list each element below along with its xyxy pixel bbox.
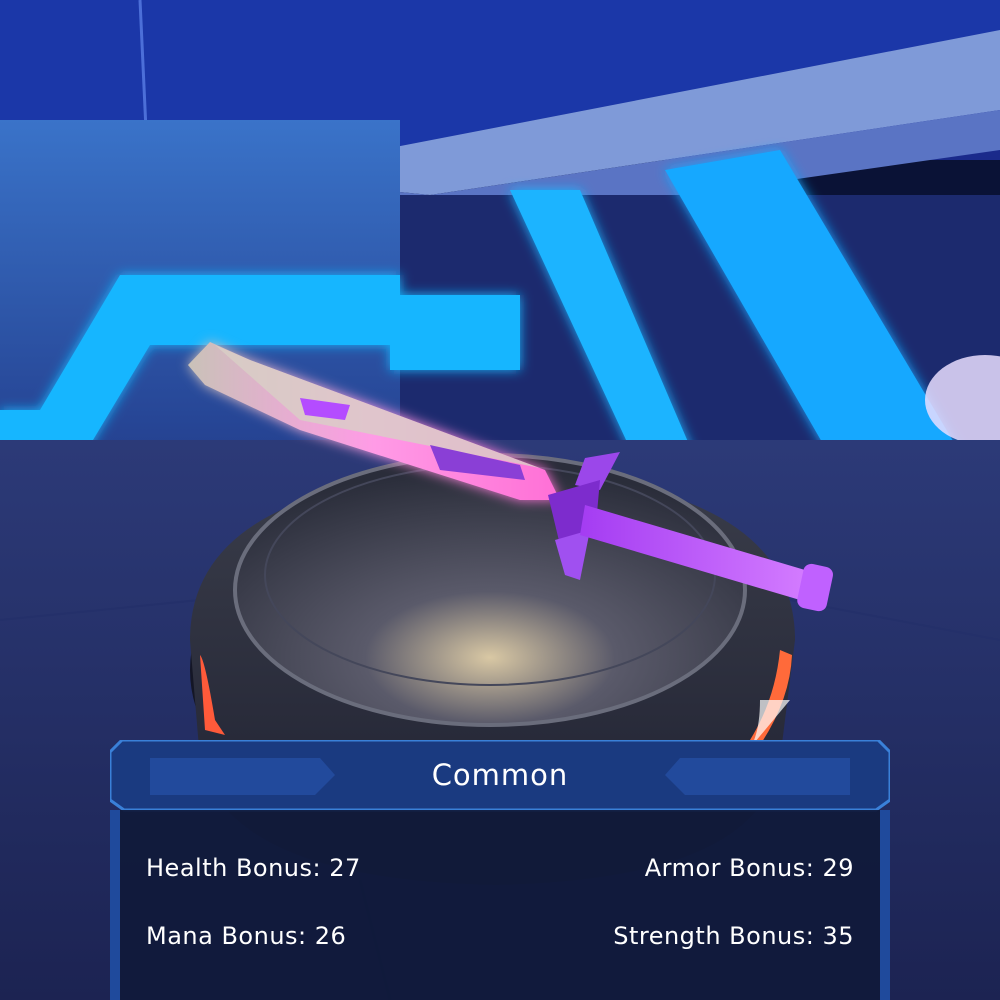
item-stats-panel: Common Health Bonus: 27 Armor Bonus: 29 … bbox=[110, 740, 890, 1000]
armor-bonus-stat: Armor Bonus: 29 bbox=[644, 854, 854, 882]
mana-bonus-stat: Mana Bonus: 26 bbox=[146, 922, 347, 950]
health-bonus-stat: Health Bonus: 27 bbox=[146, 854, 361, 882]
strength-bonus-stat: Strength Bonus: 35 bbox=[613, 922, 854, 950]
item-rarity-title: Common bbox=[431, 758, 569, 792]
